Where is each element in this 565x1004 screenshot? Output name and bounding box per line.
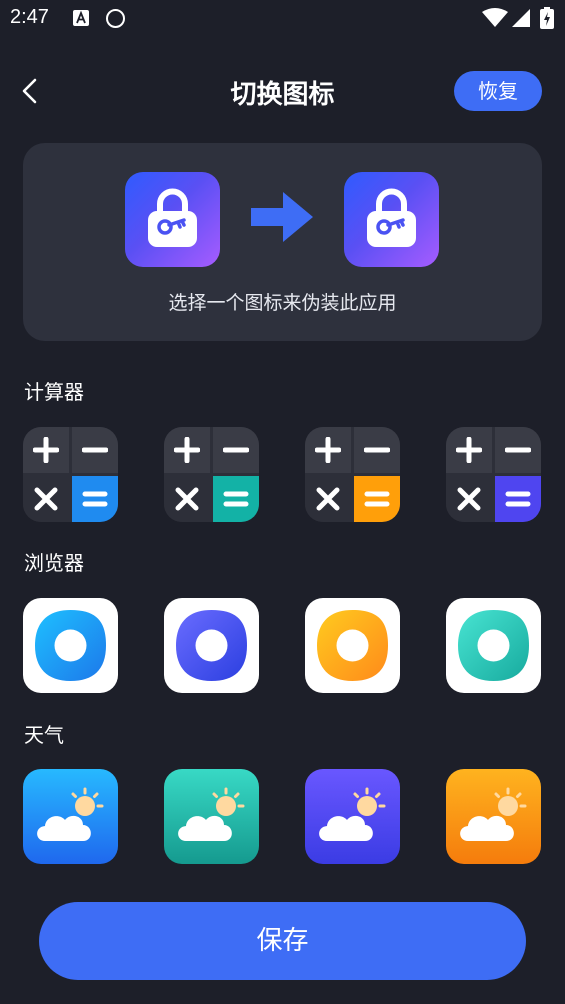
lock-key-icon (367, 188, 416, 247)
battery-charging-icon (540, 7, 554, 29)
browser-ring-icon (35, 610, 106, 681)
minus-icon (354, 427, 400, 473)
browser-icon-option[interactable] (23, 598, 118, 693)
header: 切换图标 恢复 (0, 62, 565, 120)
plus-icon (305, 427, 351, 473)
calculator-icon-option[interactable] (23, 427, 118, 522)
multiply-icon (164, 476, 210, 522)
current-app-icon (125, 172, 220, 267)
browser-ring-icon (317, 610, 388, 681)
minus-icon (213, 427, 259, 473)
target-app-icon (344, 172, 439, 267)
calculator-icon-option[interactable] (305, 427, 400, 522)
calculator-icon-row (23, 427, 542, 522)
multiply-icon (446, 476, 492, 522)
calculator-icon-option[interactable] (164, 427, 259, 522)
weather-icon-option[interactable] (305, 769, 400, 864)
status-time: 2:47 (10, 6, 49, 28)
plus-icon (23, 427, 69, 473)
multiply-icon (305, 476, 351, 522)
lock-key-icon (148, 188, 197, 247)
wifi-icon (482, 8, 508, 27)
preview-caption: 选择一个图标来伪装此应用 (168, 292, 397, 314)
weather-icon-option[interactable] (164, 769, 259, 864)
browser-ring-icon (176, 610, 247, 681)
multiply-icon (23, 476, 69, 522)
minus-icon (495, 427, 541, 473)
save-button[interactable]: 保存 (39, 902, 526, 980)
calculator-icon-option[interactable] (446, 427, 541, 522)
preview-card: 选择一个图标来伪装此应用 (23, 143, 542, 341)
weather-icon-option[interactable] (23, 769, 118, 864)
signal-icon (512, 9, 530, 27)
weather-icon-row (23, 769, 542, 864)
cloud-sun-icon (164, 769, 259, 864)
arrow-right-icon (251, 192, 313, 242)
browser-icon-row (23, 598, 542, 693)
plus-icon (446, 427, 492, 473)
cloud-sun-icon (446, 769, 541, 864)
equals-icon (213, 476, 259, 522)
plus-icon (164, 427, 210, 473)
cloud-sun-icon (23, 769, 118, 864)
minus-icon (72, 427, 118, 473)
section-title-calculator: 计算器 (24, 380, 84, 404)
weather-icon-option[interactable] (446, 769, 541, 864)
equals-icon (495, 476, 541, 522)
equals-icon (72, 476, 118, 522)
browser-icon-option[interactable] (446, 598, 541, 693)
status-bar: 2:47 (0, 0, 565, 38)
circle-notification-icon (106, 9, 125, 28)
text-notification-icon (73, 10, 89, 26)
browser-icon-option[interactable] (305, 598, 400, 693)
restore-button[interactable]: 恢复 (454, 71, 542, 111)
section-title-weather: 天气 (24, 723, 64, 747)
cloud-sun-icon (305, 769, 400, 864)
browser-icon-option[interactable] (164, 598, 259, 693)
equals-icon (354, 476, 400, 522)
browser-ring-icon (458, 610, 529, 681)
section-title-browser: 浏览器 (24, 551, 84, 575)
